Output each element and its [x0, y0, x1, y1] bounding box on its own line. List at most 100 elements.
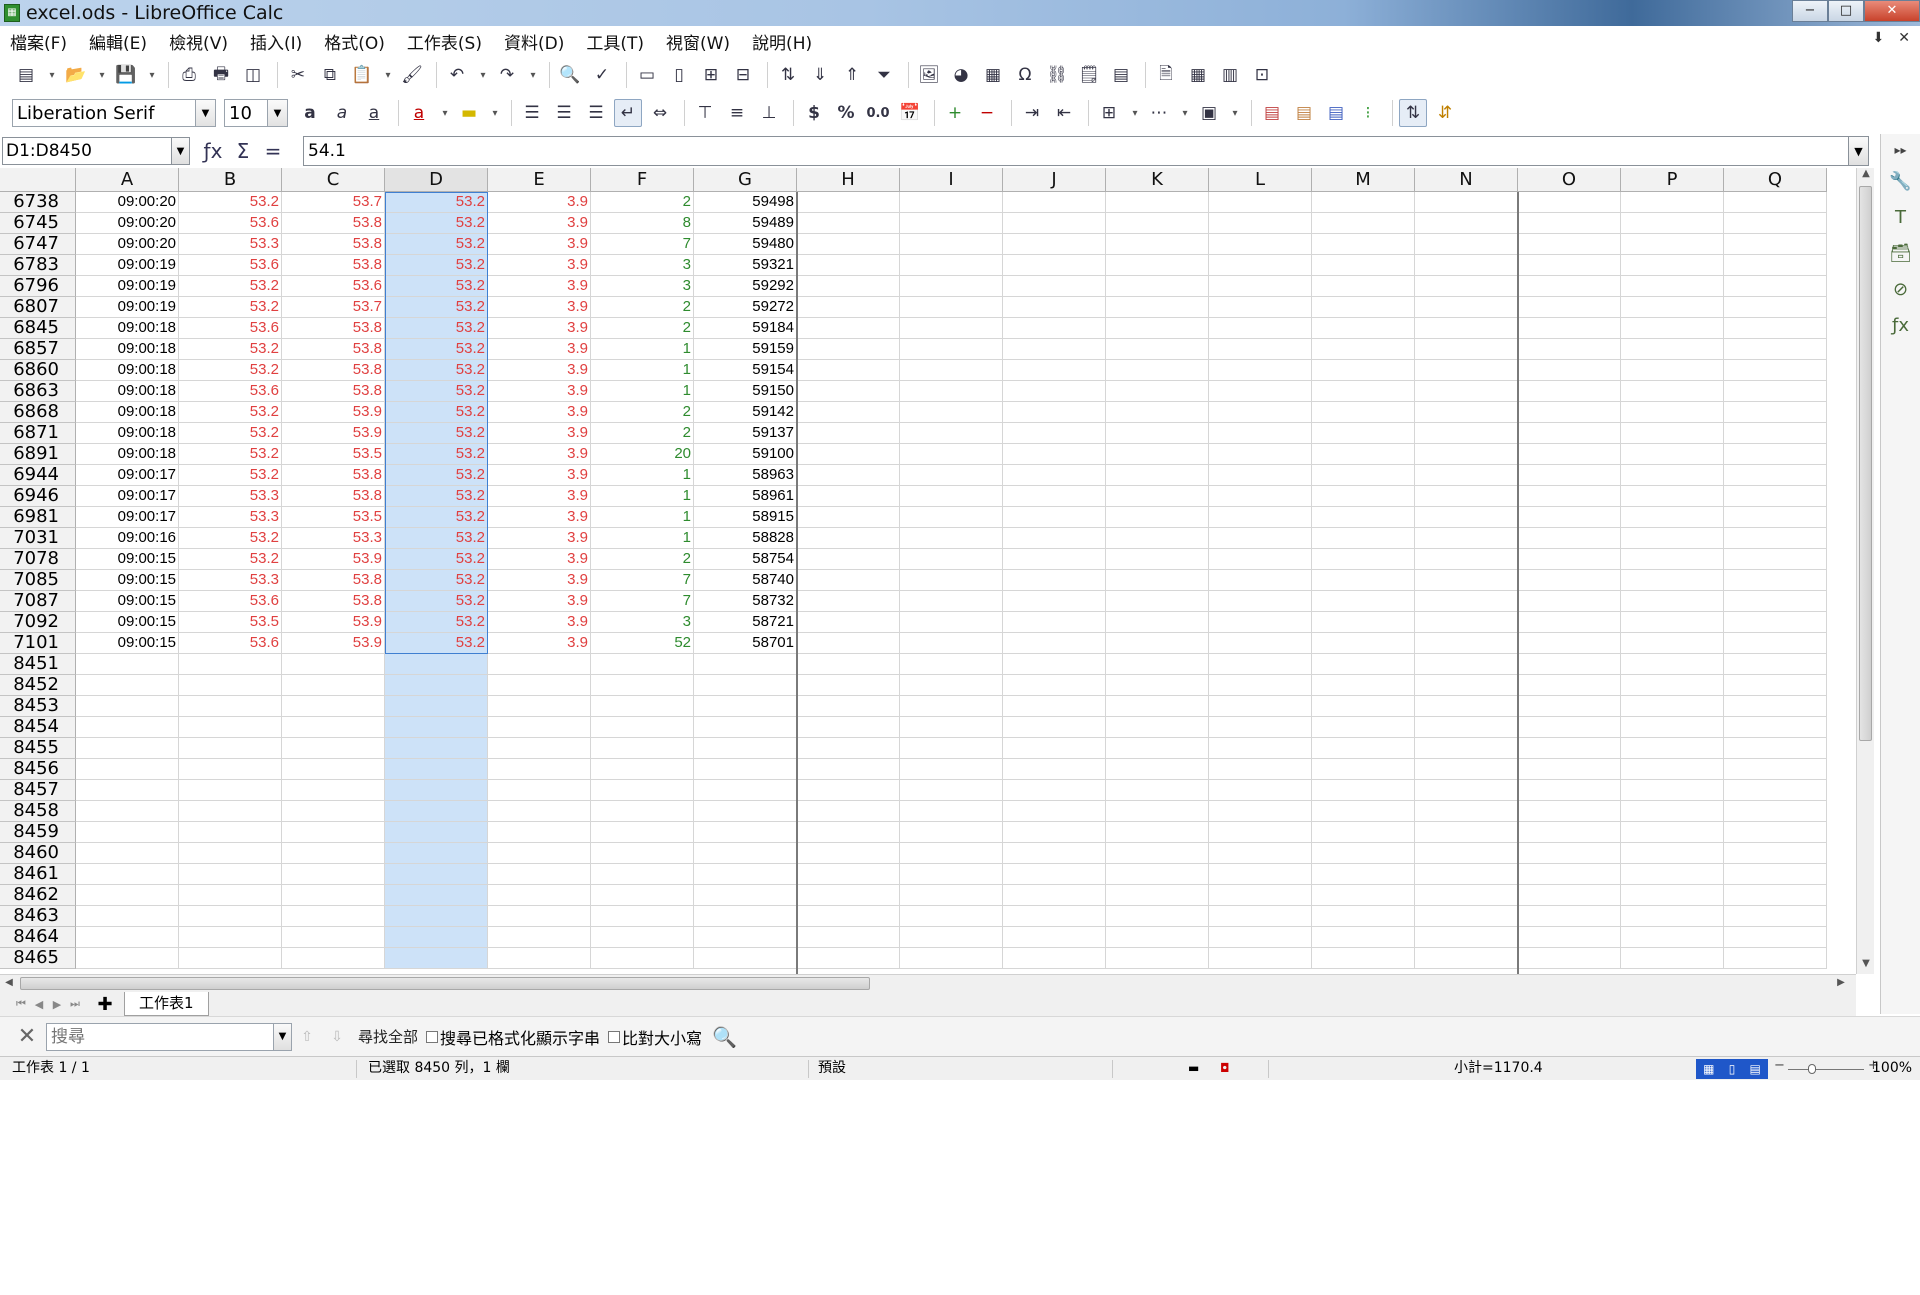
horizontal-scrollbar[interactable]: ◀ ▶	[0, 974, 1856, 992]
cell-o[interactable]	[1518, 570, 1621, 591]
save-dropdown-icon[interactable]: ▾	[144, 61, 160, 89]
cell-f[interactable]: 3	[591, 276, 694, 297]
find-input[interactable]	[47, 1024, 273, 1049]
cell-n[interactable]	[1415, 675, 1518, 696]
cell-k[interactable]	[1106, 255, 1209, 276]
cell-k[interactable]	[1106, 696, 1209, 717]
define-print-area-icon[interactable]: 🗎	[1152, 61, 1180, 89]
sort-toolbar-icon[interactable]: ⇅	[1399, 99, 1427, 127]
cell-d[interactable]	[385, 801, 488, 822]
cell-c[interactable]: 53.8	[282, 360, 385, 381]
cell-b[interactable]: 53.6	[179, 213, 282, 234]
cell-h[interactable]	[797, 927, 900, 948]
cell-f[interactable]: 1	[591, 339, 694, 360]
cell-g[interactable]	[694, 654, 797, 675]
sheet-tab-1[interactable]: 工作表1	[124, 992, 209, 1016]
cell-a[interactable]: 09:00:18	[76, 381, 179, 402]
cell-a[interactable]	[76, 885, 179, 906]
cell-o[interactable]	[1518, 318, 1621, 339]
cell-p[interactable]	[1621, 927, 1724, 948]
column-header-h[interactable]: H	[797, 168, 900, 192]
cell-i[interactable]	[900, 318, 1003, 339]
row-header[interactable]: 6745	[0, 213, 76, 234]
find-previous-icon[interactable]: ⇧	[292, 1029, 322, 1045]
cell-i[interactable]	[900, 276, 1003, 297]
font-size-combo[interactable]: 10 ▼	[224, 99, 288, 127]
sort-order-icon[interactable]: ⇵	[1431, 99, 1459, 127]
cell-q[interactable]	[1724, 780, 1827, 801]
cell-b[interactable]	[179, 822, 282, 843]
cell-f[interactable]	[591, 780, 694, 801]
cell-m[interactable]	[1312, 717, 1415, 738]
cell-l[interactable]	[1209, 381, 1312, 402]
cell-p[interactable]	[1621, 822, 1724, 843]
cell-c[interactable]: 53.5	[282, 507, 385, 528]
column-header-i[interactable]: I	[900, 168, 1003, 192]
date-format-icon[interactable]: 📅	[896, 99, 924, 127]
cell-c[interactable]: 53.5	[282, 444, 385, 465]
cell-n[interactable]	[1415, 360, 1518, 381]
cell-o[interactable]	[1518, 486, 1621, 507]
cell-p[interactable]	[1621, 633, 1724, 654]
cell-j[interactable]	[1003, 444, 1106, 465]
menu-format[interactable]: 格式(O)	[313, 29, 396, 54]
cell-d[interactable]	[385, 675, 488, 696]
cell-f[interactable]: 3	[591, 612, 694, 633]
cell-n[interactable]	[1415, 885, 1518, 906]
cell-q[interactable]	[1724, 360, 1827, 381]
column-header-p[interactable]: P	[1621, 168, 1724, 192]
cell-i[interactable]	[900, 549, 1003, 570]
cell-p[interactable]	[1621, 675, 1724, 696]
currency-format-icon[interactable]: $	[800, 99, 828, 127]
cell-m[interactable]	[1312, 591, 1415, 612]
cell-j[interactable]	[1003, 402, 1106, 423]
cell-h[interactable]	[797, 339, 900, 360]
cell-d[interactable]	[385, 654, 488, 675]
cell-g[interactable]	[694, 864, 797, 885]
row-header[interactable]: 8453	[0, 696, 76, 717]
cell-d[interactable]: 53.2	[385, 339, 488, 360]
cell-j[interactable]	[1003, 465, 1106, 486]
book-view-icon[interactable]: ▤	[1750, 1062, 1761, 1076]
cell-p[interactable]	[1621, 234, 1724, 255]
cell-k[interactable]	[1106, 213, 1209, 234]
cell-b[interactable]	[179, 696, 282, 717]
cell-d[interactable]: 53.2	[385, 444, 488, 465]
cell-e[interactable]	[488, 843, 591, 864]
cell-p[interactable]	[1621, 255, 1724, 276]
cell-p[interactable]	[1621, 297, 1724, 318]
row-header[interactable]: 6871	[0, 423, 76, 444]
cell-p[interactable]	[1621, 864, 1724, 885]
cell-d[interactable]: 53.2	[385, 234, 488, 255]
cell-p[interactable]	[1621, 801, 1724, 822]
cell-q[interactable]	[1724, 444, 1827, 465]
cell-l[interactable]	[1209, 654, 1312, 675]
row-header[interactable]: 6868	[0, 402, 76, 423]
page-break-view-icon[interactable]: ▯	[1729, 1062, 1736, 1076]
show-draw-functions-icon[interactable]: ⊡	[1248, 61, 1276, 89]
cell-c[interactable]	[282, 864, 385, 885]
menu-sheet[interactable]: 工作表(S)	[396, 29, 493, 54]
row-header[interactable]: 6796	[0, 276, 76, 297]
column-header-n[interactable]: N	[1415, 168, 1518, 192]
cell-i[interactable]	[900, 759, 1003, 780]
cell-j[interactable]	[1003, 192, 1106, 213]
cell-h[interactable]	[797, 381, 900, 402]
cell-o[interactable]	[1518, 906, 1621, 927]
align-right-icon[interactable]: ☰	[582, 99, 610, 127]
cell-f[interactable]	[591, 843, 694, 864]
cell-g[interactable]: 59137	[694, 423, 797, 444]
cell-i[interactable]	[900, 192, 1003, 213]
row-header[interactable]: 8457	[0, 780, 76, 801]
cell-q[interactable]	[1724, 864, 1827, 885]
cell-a[interactable]: 09:00:16	[76, 528, 179, 549]
align-bottom-icon[interactable]: ⊥	[755, 99, 783, 127]
cell-e[interactable]: 3.9	[488, 507, 591, 528]
cell-a[interactable]	[76, 717, 179, 738]
cell-c[interactable]	[282, 927, 385, 948]
cell-e[interactable]: 3.9	[488, 192, 591, 213]
cell-q[interactable]	[1724, 906, 1827, 927]
column-header-f[interactable]: F	[591, 168, 694, 192]
row-header[interactable]: 6946	[0, 486, 76, 507]
cell-e[interactable]: 3.9	[488, 570, 591, 591]
